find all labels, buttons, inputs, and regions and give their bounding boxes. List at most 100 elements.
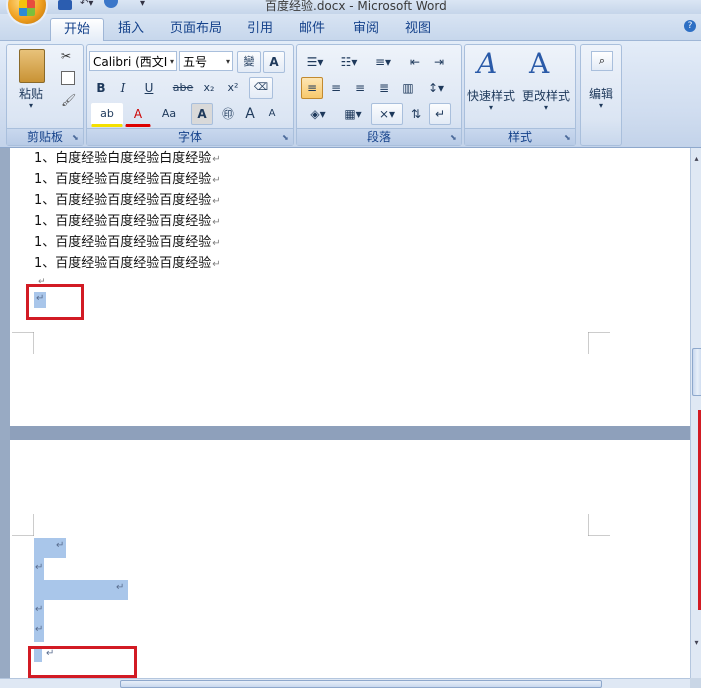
grow-font-button[interactable]: A [239, 103, 261, 125]
paste-label[interactable]: 粘贴 [11, 85, 51, 102]
font-group-label: 字体 [87, 128, 293, 145]
format-painter-icon[interactable]: 🖌 [61, 93, 76, 107]
paragraph-launcher-icon[interactable]: ⬊ [450, 134, 458, 142]
numbering-icon[interactable]: ☷▾ [333, 51, 365, 73]
margin-corner-mark [588, 514, 610, 536]
paragraph-mark: ↵ [212, 175, 221, 186]
tab-mailings[interactable]: 邮件 [292, 18, 332, 40]
font-group: Calibri (西文Ⅰ ▾ 五号 ▾ 變 A B I U abe x₂ x² ⌫ … [86, 44, 294, 146]
paragraph-mark: ↵ [35, 604, 44, 615]
font-family-value: Calibri (西文Ⅰ [93, 55, 168, 69]
enclose-characters-icon[interactable]: ㊞ [217, 103, 239, 125]
customize-quick-access-icon[interactable]: ▾ [140, 0, 145, 9]
vertical-scrollbar[interactable]: ▴ ▾ [690, 148, 701, 678]
clipboard-group: 粘贴 ▾ ✂ 🖌 剪贴板 ⬊ [6, 44, 84, 146]
document-line[interactable]: 1、白度经验白度经验白度经验↵ [34, 149, 221, 169]
change-styles-icon[interactable]: A [529, 47, 549, 80]
quick-styles-icon[interactable]: A [477, 47, 497, 80]
scroll-up-icon[interactable]: ▴ [692, 154, 701, 164]
tab-references[interactable]: 引用 [240, 18, 280, 40]
strikethrough-button[interactable]: abe [169, 77, 197, 99]
cut-icon[interactable]: ✂ [61, 49, 71, 63]
line-text: 1、百度经验百度经验百度经验 [34, 256, 212, 271]
copy-icon[interactable] [61, 71, 75, 85]
phonetic-guide-button[interactable]: 變 [237, 51, 261, 73]
paragraph-group-label: 段落 [297, 128, 461, 145]
save-icon[interactable] [58, 0, 72, 10]
paragraph-mark: ↵ [116, 582, 125, 593]
scroll-thumb[interactable] [692, 348, 701, 396]
paragraph-mark: ↵ [212, 154, 221, 165]
borders-icon[interactable]: ▦▾ [337, 103, 369, 125]
quick-styles-dropdown-icon[interactable]: ▾ [465, 103, 517, 112]
styles-launcher-icon[interactable]: ⬊ [564, 134, 572, 142]
highlight-box-1 [26, 284, 84, 320]
selection-block[interactable] [34, 580, 128, 600]
sort-icon[interactable]: ⇅ [405, 103, 427, 125]
change-styles-label[interactable]: 更改样式 [519, 87, 573, 104]
page-2[interactable] [10, 440, 690, 678]
tab-page-layout[interactable]: 页面布局 [163, 18, 229, 40]
bullets-icon[interactable]: ☰▾ [299, 51, 331, 73]
styles-group-label: 样式 [465, 128, 575, 145]
chinese-layout-icon[interactable]: ⨯▾ [371, 103, 403, 125]
underline-button[interactable]: U [135, 77, 163, 99]
margin-corner-mark [12, 332, 34, 354]
tab-view[interactable]: 视图 [398, 18, 438, 40]
paste-dropdown-icon[interactable]: ▾ [11, 101, 51, 110]
superscript-button[interactable]: x² [221, 77, 245, 99]
window-title: 百度经验.docx - Microsoft Word [265, 0, 447, 13]
justify-icon[interactable]: ≣ [373, 77, 395, 99]
paste-icon[interactable] [19, 49, 45, 83]
align-left-icon[interactable]: ≡ [301, 77, 323, 99]
undo-icon[interactable]: ↶▾ [80, 0, 93, 9]
increase-indent-icon[interactable]: ⇥ [427, 51, 451, 73]
paragraph-mark: ↵ [212, 259, 221, 270]
help-icon[interactable]: ? [684, 20, 696, 32]
shrink-font-button[interactable]: A [261, 103, 283, 125]
office-logo-icon [19, 0, 35, 16]
quick-styles-label[interactable]: 快速样式 [465, 87, 517, 104]
clear-formatting-icon[interactable]: ⌫ [249, 77, 273, 99]
tab-review[interactable]: 审阅 [346, 18, 386, 40]
tab-insert[interactable]: 插入 [108, 18, 154, 40]
show-paragraph-marks-icon[interactable]: ↵ [429, 103, 451, 125]
shading-icon[interactable]: ◈▾ [301, 103, 335, 125]
font-color-button[interactable]: A [125, 103, 151, 127]
change-styles-dropdown-icon[interactable]: ▾ [519, 103, 573, 112]
align-right-icon[interactable]: ≡ [349, 77, 371, 99]
character-border-button[interactable]: A [263, 51, 285, 73]
paragraph-group: ☰▾ ☷▾ ≡▾ ⇤ ⇥ ≡ ≡ ≡ ≣ ▥ ↕▾ ◈▾ ▦▾ ⨯▾ ⇅ ↵ 段… [296, 44, 462, 146]
line-spacing-icon[interactable]: ↕▾ [421, 77, 451, 99]
editing-dropdown-icon[interactable]: ▾ [581, 101, 621, 110]
font-size-value: 五号 [183, 55, 208, 69]
document-line[interactable]: 1、百度经验百度经验百度经验↵ [34, 212, 221, 232]
document-line[interactable]: 1、百度经验百度经验百度经验↵ [34, 233, 221, 253]
binoculars-icon[interactable]: ⌕ [591, 51, 613, 71]
page-gap [10, 426, 690, 440]
document-line[interactable]: 1、百度经验百度经验百度经验↵ [34, 170, 221, 190]
document-line[interactable]: 1、百度经验百度经验百度经验↵ [34, 254, 221, 274]
bold-button[interactable]: B [91, 77, 111, 99]
distributed-icon[interactable]: ▥ [397, 77, 419, 99]
scroll-down-icon[interactable]: ▾ [692, 638, 701, 648]
character-shading-button[interactable]: A [191, 103, 213, 125]
font-size-combo[interactable]: 五号 ▾ [179, 51, 233, 71]
font-family-combo[interactable]: Calibri (西文Ⅰ ▾ [89, 51, 177, 71]
paragraph-mark: ↵ [56, 540, 65, 551]
decrease-indent-icon[interactable]: ⇤ [403, 51, 427, 73]
document-line[interactable]: 1、百度经验百度经验百度经验↵ [34, 191, 221, 211]
editing-label[interactable]: 编辑 [581, 85, 621, 102]
multilevel-list-icon[interactable]: ≡▾ [367, 51, 399, 73]
change-case-button[interactable]: Aa [153, 103, 185, 125]
line-text: 1、百度经验百度经验百度经验 [34, 193, 212, 208]
font-launcher-icon[interactable]: ⬊ [282, 134, 290, 142]
line-text: 1、百度经验百度经验百度经验 [34, 172, 212, 187]
paragraph-mark: ↵ [212, 217, 221, 228]
tab-home[interactable]: 开始 [50, 18, 104, 41]
italic-button[interactable]: I [113, 77, 133, 99]
highlight-button[interactable]: ab [91, 103, 123, 127]
clipboard-launcher-icon[interactable]: ⬊ [72, 134, 80, 142]
align-center-icon[interactable]: ≡ [325, 77, 347, 99]
subscript-button[interactable]: x₂ [197, 77, 221, 99]
